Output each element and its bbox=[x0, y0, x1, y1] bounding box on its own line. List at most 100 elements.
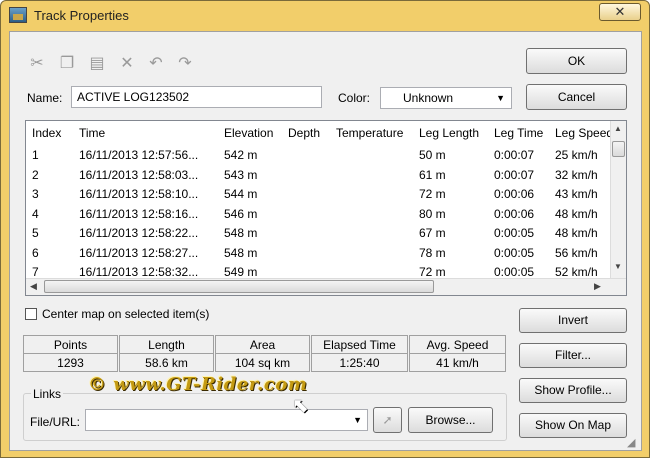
table-cell: 16/11/2013 12:58:32... bbox=[79, 265, 199, 279]
name-input[interactable]: ACTIVE LOG123502 bbox=[71, 86, 322, 108]
stat-value: 1293 bbox=[57, 356, 84, 370]
table-cell: 0:00:07 bbox=[494, 167, 535, 182]
paste-icon[interactable]: ▤ bbox=[86, 54, 108, 74]
title-bar[interactable]: Track Properties ✕ bbox=[1, 1, 649, 31]
column-header[interactable]: Index bbox=[32, 126, 61, 140]
column-header[interactable]: Depth bbox=[288, 126, 320, 140]
resize-grip-icon[interactable]: ◢ bbox=[627, 436, 635, 449]
stat-area: Area 104 sq km bbox=[215, 335, 310, 372]
color-label: Color: bbox=[338, 91, 371, 105]
table-header: Index Time Elevation Depth Temperature L… bbox=[26, 121, 611, 143]
stat-length: Length 58.6 km bbox=[119, 335, 214, 372]
table-cell: 16/11/2013 12:58:16... bbox=[79, 206, 199, 221]
table-cell: 548 m bbox=[224, 226, 258, 240]
scroll-down-icon[interactable]: ▼ bbox=[614, 262, 622, 271]
column-header[interactable]: Leg Time bbox=[494, 126, 543, 140]
table-cell: 543 m bbox=[224, 167, 258, 182]
table-cell: 48 km/h bbox=[555, 226, 598, 240]
table-cell: 0:00:05 bbox=[494, 265, 535, 279]
table-cell: 72 m bbox=[419, 187, 446, 201]
undo-icon[interactable]: ↶ bbox=[145, 54, 167, 74]
table-cell: 43 km/h bbox=[555, 187, 598, 201]
dialog-body: ✂ ❐ ▤ ✕ ↶ ↷ OK Cancel Name: ACTIVE LOG12… bbox=[9, 31, 642, 451]
open-link-button[interactable]: ➚ bbox=[373, 407, 402, 433]
copy-icon[interactable]: ❐ bbox=[56, 54, 78, 74]
column-header[interactable]: Elevation bbox=[224, 126, 273, 140]
stat-avg-speed: Avg. Speed 41 km/h bbox=[409, 335, 506, 372]
redo-icon[interactable]: ↷ bbox=[174, 54, 196, 74]
column-header[interactable]: Leg Speed bbox=[555, 126, 611, 140]
close-button[interactable]: ✕ bbox=[599, 3, 641, 21]
stat-label: Area bbox=[216, 336, 309, 354]
app-icon bbox=[9, 7, 27, 23]
delete-icon[interactable]: ✕ bbox=[116, 54, 138, 74]
show-on-map-button[interactable]: Show On Map bbox=[519, 413, 627, 438]
mouse-cursor-icon: ⬉ bbox=[292, 395, 309, 417]
table-cell: 546 m bbox=[224, 206, 258, 221]
file-url-input[interactable]: ▼ bbox=[85, 409, 368, 431]
stat-label: Avg. Speed bbox=[410, 336, 505, 354]
table-cell: 1 bbox=[32, 148, 39, 162]
table-cell: 16/11/2013 12:58:03... bbox=[79, 167, 199, 182]
stat-points: Points 1293 bbox=[23, 335, 118, 372]
table-row[interactable]: 1 16/11/2013 12:57:56... 542 m 50 m 0:00:07 2… bbox=[26, 145, 611, 164]
track-points-table[interactable]: Index Time Elevation Depth Temperature L… bbox=[25, 120, 627, 296]
table-cell: 80 m bbox=[419, 206, 446, 221]
links-group-label: Links bbox=[31, 387, 64, 401]
stat-value: 104 sq km bbox=[234, 356, 291, 370]
table-cell: 25 km/h bbox=[555, 148, 598, 162]
table-cell: 48 km/h bbox=[555, 206, 598, 221]
table-cell: 16/11/2013 12:58:22... bbox=[79, 226, 199, 240]
table-cell: 16/11/2013 12:58:27... bbox=[79, 245, 199, 260]
scroll-up-icon[interactable]: ▲ bbox=[614, 124, 622, 133]
vertical-scroll-thumb[interactable] bbox=[612, 141, 625, 157]
file-url-label: File/URL: bbox=[30, 415, 81, 429]
table-cell: 78 m bbox=[419, 245, 446, 260]
table-cell: 7 bbox=[32, 265, 39, 279]
scroll-right-icon[interactable]: ▶ bbox=[594, 281, 601, 292]
browse-button[interactable]: Browse... bbox=[408, 407, 493, 433]
show-profile-button[interactable]: Show Profile... bbox=[519, 378, 627, 403]
watermark-text: © www.GT-Rider.com bbox=[88, 374, 308, 395]
table-cell: 0:00:05 bbox=[494, 226, 535, 240]
table-cell: 61 m bbox=[419, 167, 446, 182]
stat-elapsed-time: Elapsed Time 1:25:40 bbox=[311, 335, 408, 372]
table-cell: 5 bbox=[32, 226, 39, 240]
scroll-left-icon[interactable]: ◀ bbox=[30, 281, 37, 292]
vertical-scrollbar[interactable]: ▲ ▼ bbox=[610, 121, 626, 278]
table-row[interactable]: 3 16/11/2013 12:58:10... 544 m 72 m 0:00:06 4… bbox=[26, 184, 611, 203]
table-cell: 6 bbox=[32, 245, 39, 260]
table-cell: 16/11/2013 12:57:56... bbox=[79, 148, 199, 162]
column-header[interactable]: Temperature bbox=[336, 126, 403, 140]
center-map-label: Center map on selected item(s) bbox=[42, 307, 210, 321]
stat-value: 1:25:40 bbox=[339, 356, 380, 370]
table-row[interactable]: 6 16/11/2013 12:58:27... 548 m 78 m 0:00:05 5… bbox=[26, 243, 611, 262]
column-header[interactable]: Leg Length bbox=[419, 126, 479, 140]
table-cell: 32 km/h bbox=[555, 167, 598, 182]
stat-label: Points bbox=[24, 336, 117, 354]
color-select[interactable]: Unknown ▼ bbox=[380, 87, 512, 109]
track-statistics: Points 1293 Length 58.6 km Area 104 sq k… bbox=[23, 335, 507, 372]
table-row[interactable]: 5 16/11/2013 12:58:22... 548 m 67 m 0:00:05 4… bbox=[26, 223, 611, 242]
table-row[interactable]: 2 16/11/2013 12:58:03... 543 m 61 m 0:00:07 3… bbox=[26, 165, 611, 184]
filter-button[interactable]: Filter... bbox=[519, 343, 627, 368]
table-cell: 56 km/h bbox=[555, 245, 598, 260]
invert-button[interactable]: Invert bbox=[519, 308, 627, 333]
horizontal-scrollbar[interactable]: ◀ ▶ bbox=[26, 278, 626, 295]
table-cell: 0:00:07 bbox=[494, 148, 535, 162]
stat-label: Length bbox=[120, 336, 213, 354]
ok-button[interactable]: OK bbox=[526, 48, 627, 74]
table-cell: 542 m bbox=[224, 148, 258, 162]
table-cell: 0:00:06 bbox=[494, 206, 535, 221]
table-cell: 0:00:05 bbox=[494, 245, 535, 260]
table-cell: 16/11/2013 12:58:10... bbox=[79, 187, 199, 201]
center-map-checkbox[interactable] bbox=[25, 308, 37, 320]
horizontal-scroll-thumb[interactable] bbox=[44, 280, 434, 293]
table-row[interactable]: 4 16/11/2013 12:58:16... 546 m 80 m 0:00:06 4… bbox=[26, 204, 611, 223]
table-cell: 0:00:06 bbox=[494, 187, 535, 201]
column-header[interactable]: Time bbox=[79, 126, 105, 140]
cancel-button[interactable]: Cancel bbox=[526, 84, 627, 110]
link-arrow-icon: ➚ bbox=[382, 413, 393, 427]
scissors-icon[interactable]: ✂ bbox=[26, 54, 48, 74]
color-swatch bbox=[387, 92, 401, 104]
